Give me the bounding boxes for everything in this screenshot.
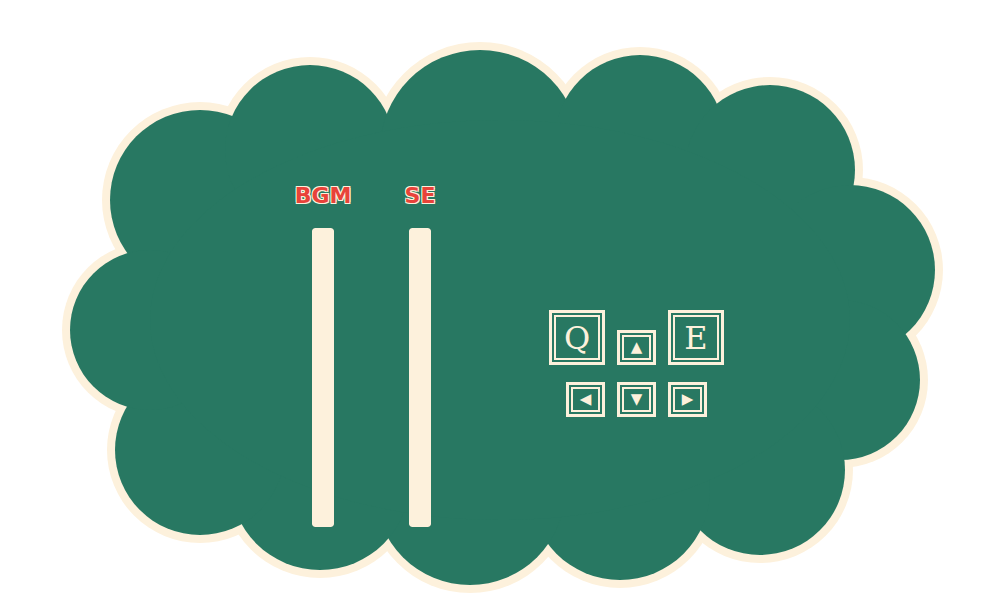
letter-key[interactable]: E [668,310,724,365]
slider-track[interactable] [409,228,431,527]
arrow-key[interactable]: ◀ [566,382,605,417]
slider-label: SE [405,180,436,210]
cloud-panel-icon [0,0,1000,600]
arrow-key[interactable]: ▶ [668,382,707,417]
key-row: Q ▲ E [549,310,724,365]
settings-screen: BGM SE Q ▲ E ◀ ▼ ▶ [0,0,1000,600]
slider-fill [312,228,334,527]
slider-label: BGM [295,180,352,210]
volume-slider: BGM [290,180,356,527]
arrow-key[interactable]: ▼ [617,382,656,417]
slider-fill [409,228,431,527]
slider-track[interactable] [312,228,334,527]
key-guide: Q ▲ E ◀ ▼ ▶ [549,310,724,417]
settings-panel: BGM SE Q ▲ E ◀ ▼ ▶ [0,0,1000,600]
volume-slider: SE [387,180,453,527]
letter-key[interactable]: Q [549,310,605,365]
arrow-key[interactable]: ▲ [617,330,656,365]
key-row: ◀ ▼ ▶ [566,382,707,417]
volume-sliders: BGM SE [290,180,453,527]
